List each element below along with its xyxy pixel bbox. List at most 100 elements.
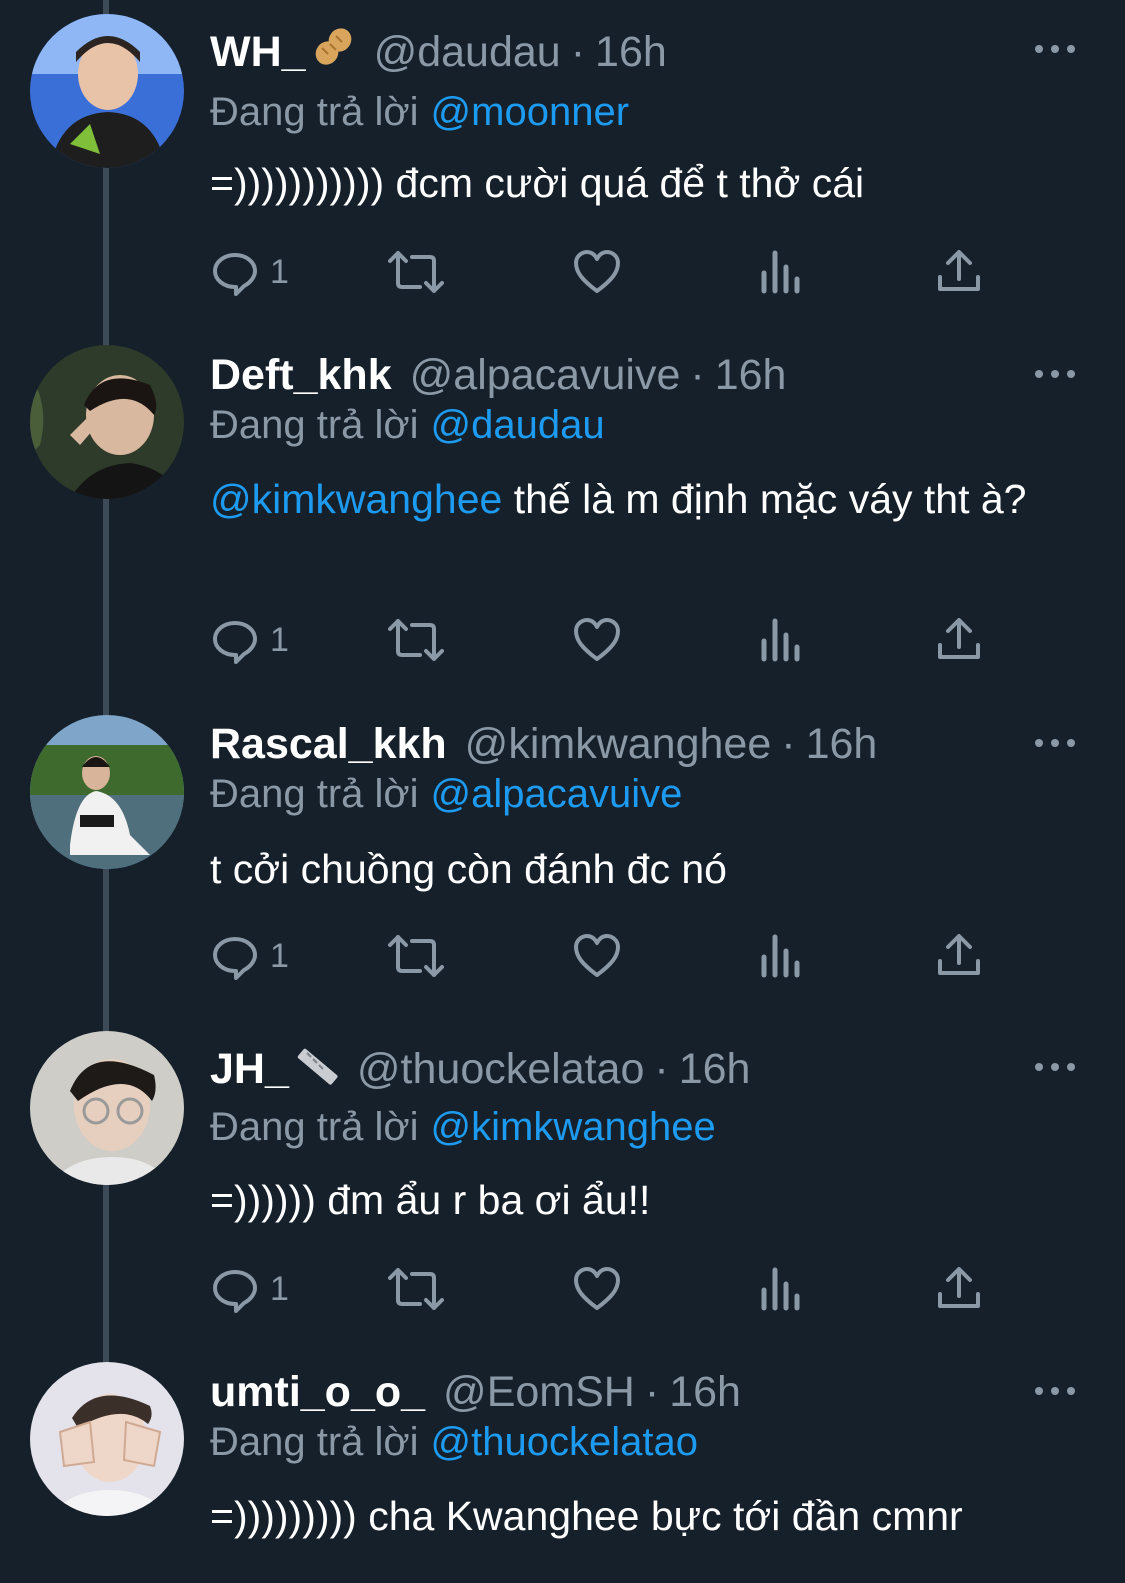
- share-button[interactable]: [934, 1261, 984, 1317]
- heart-icon: [574, 1267, 620, 1310]
- reply-button[interactable]: 1: [210, 244, 289, 300]
- reply-icon: [213, 1270, 257, 1313]
- share-button[interactable]: [934, 612, 984, 668]
- replying-to-mention[interactable]: @thuockelatao: [431, 1420, 698, 1464]
- bar-chart-icon: [761, 250, 800, 294]
- retweet-button[interactable]: [386, 1261, 446, 1317]
- separator-dot: ·: [781, 719, 796, 768]
- ruler-icon: [293, 1041, 339, 1097]
- tweet-header: Rascal_kkh @kimkwanghee · 16h: [210, 716, 1015, 772]
- heart-icon: [574, 618, 620, 661]
- avatar[interactable]: [30, 1362, 184, 1516]
- replying-to-label: Đang trả lời: [210, 403, 419, 447]
- user-handle[interactable]: @alpacavuive: [410, 351, 681, 400]
- display-name[interactable]: Deft_khk: [210, 351, 392, 400]
- tweet-text: t cởi chuồng còn đánh đc nó: [210, 842, 1075, 896]
- tweet-header: JH_ @thuockelatao · 16h: [210, 1041, 1015, 1097]
- reply-button[interactable]: 1: [210, 928, 289, 984]
- separator-dot: ·: [570, 27, 586, 76]
- display-name[interactable]: JH_: [210, 1041, 339, 1097]
- reply-button[interactable]: 1: [210, 612, 289, 668]
- share-button[interactable]: [934, 244, 984, 300]
- reply-icon: [213, 937, 257, 980]
- reply-count: 1: [270, 620, 289, 659]
- replying-to-label: Đang trả lời: [210, 1105, 419, 1149]
- tweet-text-body: t cởi chuồng còn đánh đc nó: [210, 846, 727, 892]
- replying-to-mention[interactable]: @moonner: [431, 90, 629, 134]
- display-name[interactable]: umti_o_o_: [210, 1368, 425, 1417]
- views-button[interactable]: [756, 612, 806, 668]
- user-handle[interactable]: @kimkwanghee: [465, 720, 772, 769]
- tweet-header: umti_o_o_ @EomSH · 16h: [210, 1364, 1015, 1420]
- share-button[interactable]: [934, 928, 984, 984]
- tweet-text: @kimkwanghee thế là m định mặc váy tht à…: [210, 472, 1075, 526]
- timestamp[interactable]: 16h: [595, 28, 667, 77]
- retweet-button[interactable]: [386, 244, 446, 300]
- tweet-header: WH_ @daudau · 16h: [210, 24, 1015, 80]
- reply-button[interactable]: 1: [210, 1261, 289, 1317]
- more-options-icon[interactable]: [1035, 359, 1075, 389]
- like-button[interactable]: [572, 1261, 622, 1317]
- tweet-text-body: =))))))))))) đcm cười quá để t thở cái: [210, 160, 865, 206]
- retweet-button[interactable]: [386, 612, 446, 668]
- like-button[interactable]: [572, 244, 622, 300]
- bar-chart-icon: [761, 618, 800, 662]
- reply-count: 1: [270, 252, 289, 291]
- timestamp[interactable]: 16h: [669, 1368, 741, 1417]
- share-icon: [938, 618, 980, 659]
- bar-chart-icon: [761, 1267, 800, 1311]
- avatar[interactable]: [30, 715, 184, 869]
- separator-dot: ·: [654, 1044, 669, 1093]
- reply-count: 1: [270, 1269, 289, 1308]
- views-button[interactable]: [756, 1261, 806, 1317]
- views-button[interactable]: [756, 928, 806, 984]
- reply-count: 1: [270, 936, 289, 975]
- replying-to-mention[interactable]: @kimkwanghee: [431, 1105, 716, 1149]
- display-name[interactable]: WH_: [210, 24, 356, 80]
- retweet-icon: [388, 935, 444, 977]
- avatar[interactable]: [30, 345, 184, 499]
- more-options-icon[interactable]: [1035, 1376, 1075, 1406]
- display-name[interactable]: Rascal_kkh: [210, 720, 447, 769]
- user-handle[interactable]: @EomSH: [443, 1368, 635, 1417]
- more-options-icon[interactable]: [1035, 34, 1075, 64]
- share-icon: [938, 250, 980, 291]
- separator-dot: ·: [690, 350, 705, 399]
- timestamp[interactable]: 16h: [806, 720, 878, 769]
- tweet-text-body: =)))))) đm ẩu r ba ơi ẩu!!: [210, 1177, 651, 1223]
- replying-to-mention[interactable]: @alpacavuive: [431, 772, 683, 816]
- avatar-photo: [30, 14, 184, 168]
- timestamp[interactable]: 16h: [715, 351, 787, 400]
- retweet-icon: [388, 619, 444, 661]
- avatar[interactable]: [30, 1031, 184, 1185]
- avatar-photo: [30, 345, 184, 499]
- more-options-icon[interactable]: [1035, 1052, 1075, 1082]
- heart-icon: [574, 934, 620, 977]
- avatar-photo: [30, 1031, 184, 1185]
- replying-to: Đang trả lời @daudau: [210, 403, 605, 448]
- retweet-icon: [388, 1268, 444, 1310]
- timestamp[interactable]: 16h: [679, 1045, 751, 1094]
- replying-to: Đang trả lời @kimkwanghee: [210, 1105, 716, 1150]
- reply-icon: [213, 621, 257, 664]
- replying-to-label: Đang trả lời: [210, 90, 419, 134]
- more-options-icon[interactable]: [1035, 728, 1075, 758]
- user-handle[interactable]: @thuockelatao: [357, 1045, 645, 1094]
- avatar-photo: [30, 1362, 184, 1516]
- replying-to-mention[interactable]: @daudau: [431, 403, 605, 447]
- tweet-text-mention[interactable]: @kimkwanghee: [210, 476, 502, 522]
- avatar[interactable]: [30, 14, 184, 168]
- replying-to: Đang trả lời @moonner: [210, 90, 629, 135]
- replying-to-label: Đang trả lời: [210, 1420, 419, 1464]
- like-button[interactable]: [572, 612, 622, 668]
- replying-to: Đang trả lời @alpacavuive: [210, 772, 682, 817]
- share-icon: [938, 934, 980, 975]
- like-button[interactable]: [572, 928, 622, 984]
- tweet-text-body: thế là m định mặc váy tht à?: [502, 476, 1027, 522]
- heart-icon: [574, 250, 620, 293]
- tweet-actions: 1: [210, 244, 1000, 300]
- retweet-button[interactable]: [386, 928, 446, 984]
- views-button[interactable]: [756, 244, 806, 300]
- bar-chart-icon: [761, 934, 800, 978]
- user-handle[interactable]: @daudau: [374, 28, 561, 77]
